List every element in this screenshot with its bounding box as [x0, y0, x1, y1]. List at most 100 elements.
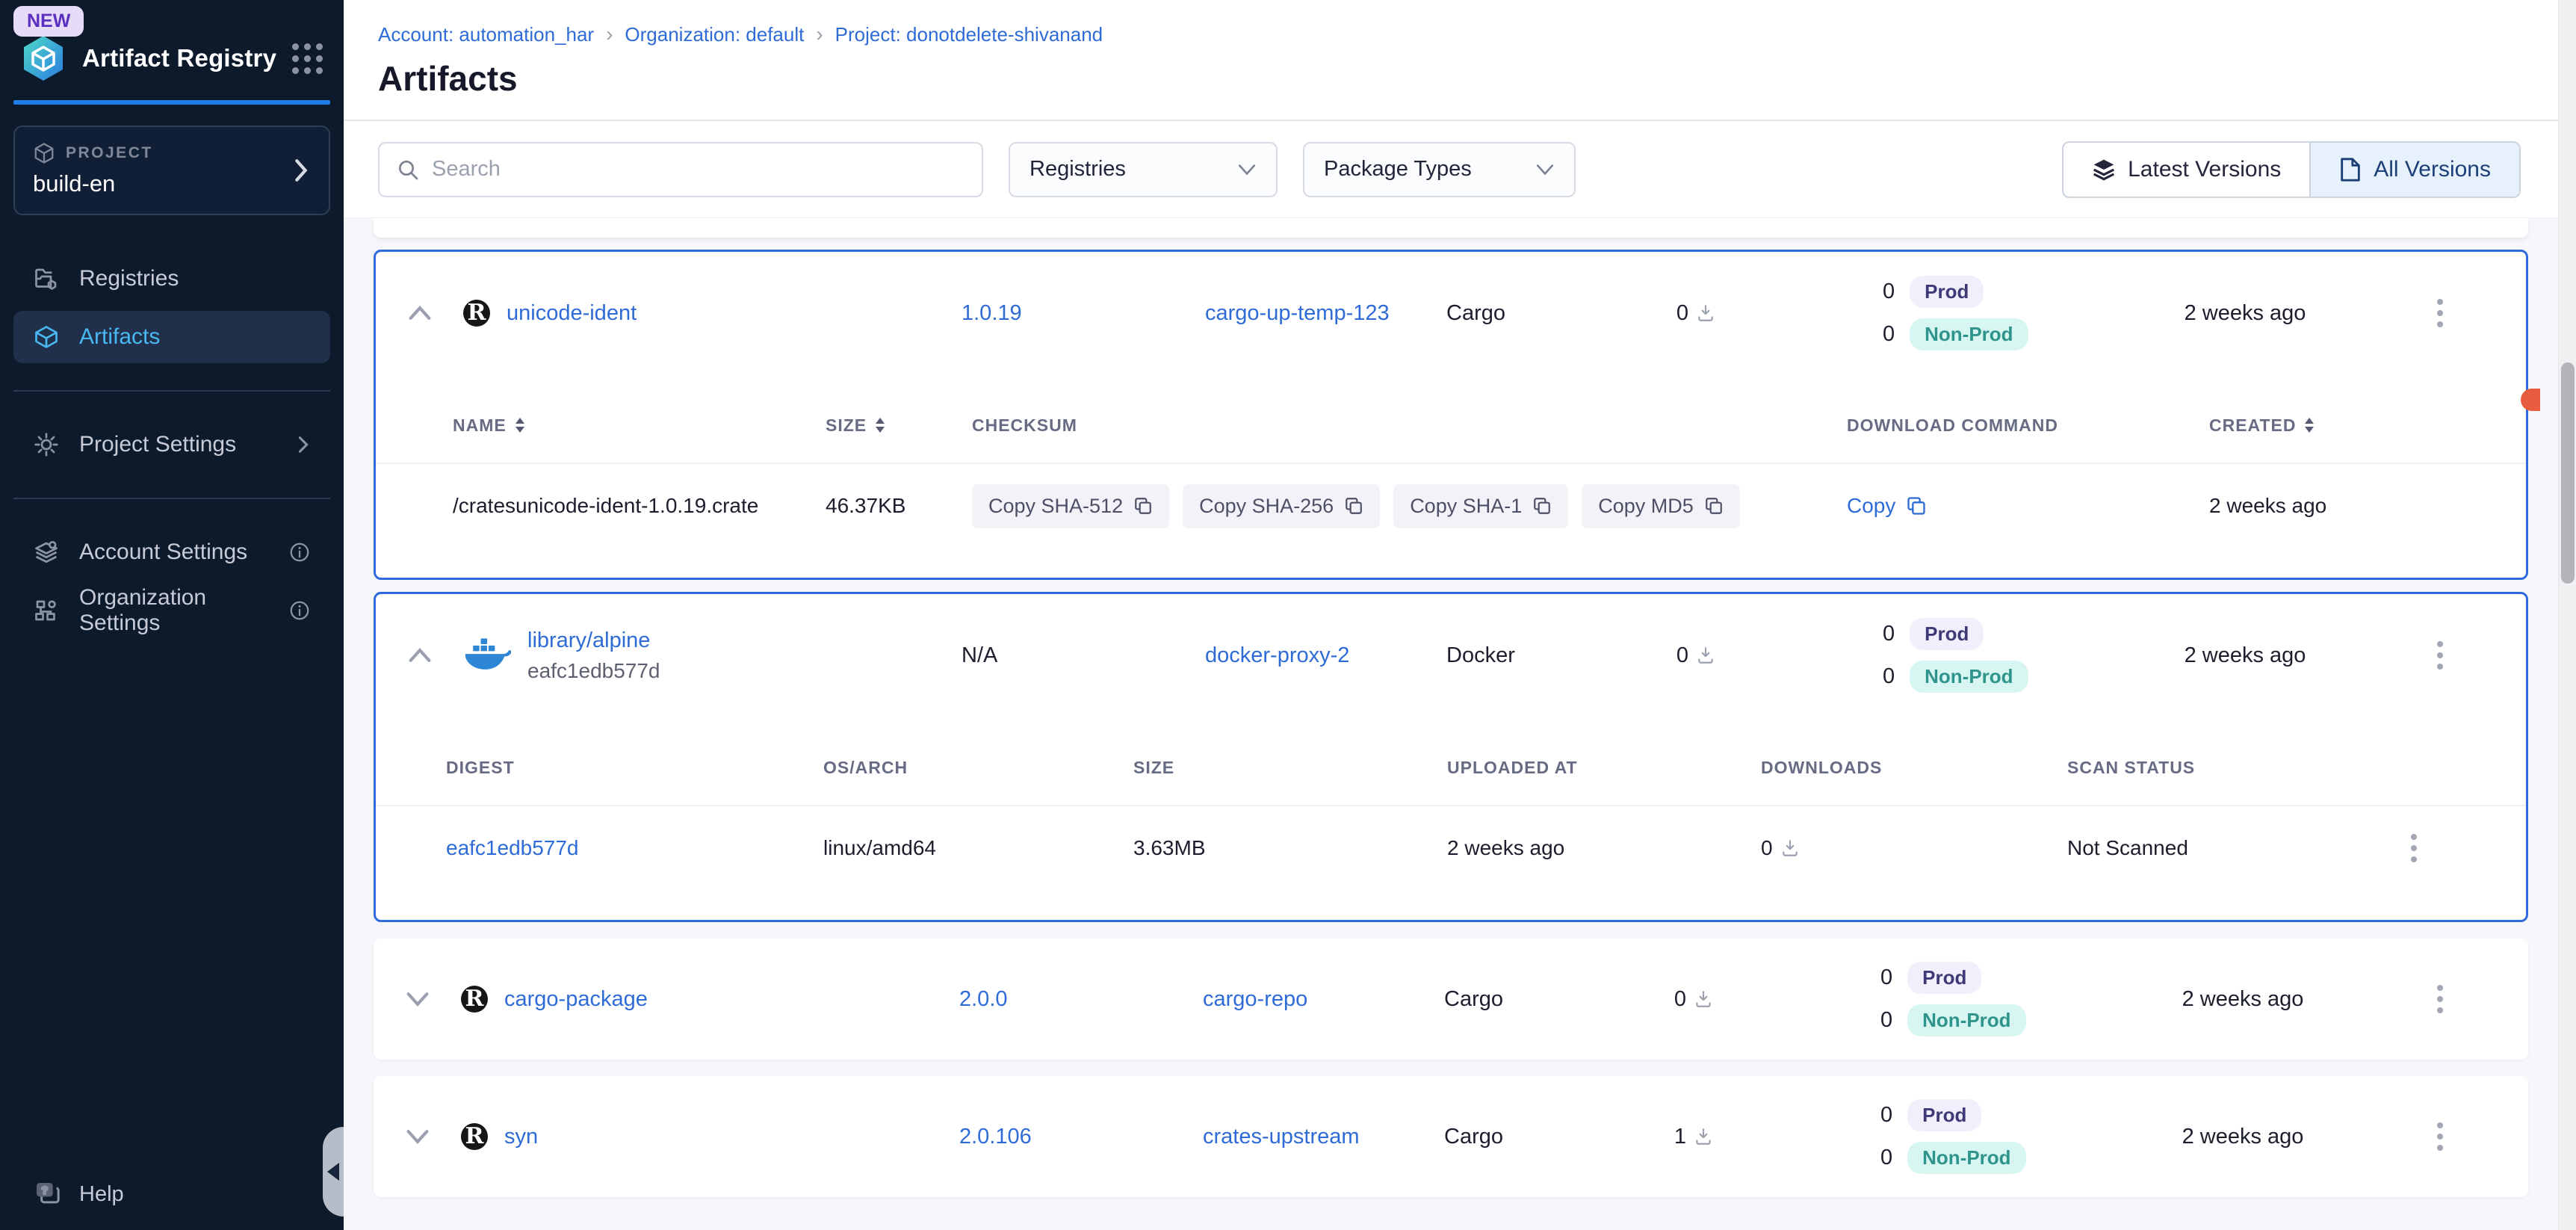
- help-button[interactable]: ? Help: [0, 1179, 344, 1209]
- layers-stack-icon: [2092, 158, 2116, 182]
- column-header-created[interactable]: CREATED: [2209, 415, 2296, 436]
- collapse-row-button[interactable]: [376, 305, 463, 321]
- sidebar-collapse-handle[interactable]: [323, 1127, 344, 1217]
- copy-icon: [1704, 496, 1724, 516]
- copy-icon: [1344, 496, 1363, 516]
- copy-icon: [1532, 496, 1552, 516]
- artifact-row: R unicode-ident 1.0.19 cargo-up-temp-123…: [376, 252, 2526, 374]
- digest-uploaded-at: 2 weeks ago: [1447, 836, 1761, 860]
- expand-row-button[interactable]: [374, 991, 461, 1007]
- prod-badge: Prod: [1907, 962, 1981, 994]
- digest-link[interactable]: eafc1edb577d: [446, 836, 579, 859]
- artifact-type: Docker: [1419, 643, 1584, 668]
- info-circle-icon[interactable]: [288, 599, 311, 622]
- new-badge: NEW: [13, 6, 84, 37]
- artifact-registry-link[interactable]: cargo-repo: [1203, 987, 1307, 1011]
- brand-underline: [13, 100, 330, 105]
- app-grid-icon[interactable]: [292, 43, 323, 74]
- column-header-name[interactable]: NAME: [453, 415, 507, 436]
- prod-count: 0: [1883, 622, 1895, 646]
- svg-text:?: ?: [42, 1184, 49, 1196]
- layers-gear-icon: [33, 539, 60, 566]
- search-box: [378, 142, 983, 197]
- artifact-registry-link[interactable]: cargo-up-temp-123: [1205, 301, 1390, 325]
- info-circle-icon[interactable]: [288, 541, 311, 563]
- download-arrow-icon: [1780, 838, 1800, 858]
- sidebar-item-label: Project Settings: [79, 432, 236, 457]
- chevron-right-icon: [296, 434, 311, 455]
- sort-arrows-icon[interactable]: [874, 416, 886, 434]
- artifact-card-library-alpine: library/alpine eafc1edb577d N/A docker-p…: [374, 592, 2528, 922]
- prod-count: 0: [1880, 965, 1892, 990]
- digest-os-arch: linux/amd64: [823, 836, 1133, 860]
- feedback-tab[interactable]: [2521, 389, 2540, 411]
- deployments-cell: 0 Prod 0 Non-Prod: [1806, 962, 2134, 1036]
- package-types-filter-dropdown[interactable]: Package Types: [1303, 142, 1576, 197]
- sidebar-item-account-settings[interactable]: Account Settings: [13, 526, 330, 578]
- sidebar-item-artifacts[interactable]: Artifacts: [13, 311, 330, 363]
- copy-sha256-button[interactable]: Copy SHA-256: [1183, 484, 1380, 528]
- search-input[interactable]: [432, 157, 965, 182]
- cargo-package-icon: R: [461, 1123, 488, 1150]
- project-selector[interactable]: PROJECT build-en: [13, 126, 330, 215]
- artifact-name-link[interactable]: library/alpine: [527, 628, 660, 653]
- breadcrumb-account-link[interactable]: Account: automation_har: [378, 23, 594, 46]
- package-types-filter-label: Package Types: [1324, 157, 1472, 182]
- nonprod-badge: Non-Prod: [1910, 661, 2028, 693]
- digest-menu-kebab[interactable]: [2403, 826, 2424, 870]
- artifact-registry-link[interactable]: docker-proxy-2: [1205, 643, 1349, 667]
- search-icon: [396, 158, 420, 182]
- sidebar-divider: [13, 390, 330, 392]
- digest-size: 3.63MB: [1133, 836, 1447, 860]
- copy-sha512-button[interactable]: Copy SHA-512: [972, 484, 1169, 528]
- artifact-name-link[interactable]: cargo-package: [504, 987, 648, 1012]
- row-menu-kebab[interactable]: [2430, 1115, 2450, 1158]
- collapse-row-button[interactable]: [376, 647, 463, 664]
- prod-count: 0: [1883, 279, 1895, 304]
- help-chat-icon: ?: [33, 1179, 63, 1209]
- files-table-header: NAME SIZE CHECKSUM DOWNLOAD COMMAND CREA…: [376, 401, 2526, 449]
- prod-badge: Prod: [1907, 1099, 1981, 1131]
- sort-arrows-icon[interactable]: [514, 416, 526, 434]
- download-arrow-icon: [1694, 1127, 1713, 1146]
- updated-date: 2 weeks ago: [2134, 1125, 2351, 1149]
- sort-arrows-icon[interactable]: [2303, 416, 2315, 434]
- artifact-type: Cargo: [1417, 987, 1582, 1012]
- column-header-uploaded-at: UPLOADED AT: [1447, 758, 1578, 778]
- row-menu-kebab[interactable]: [2430, 977, 2450, 1021]
- artifact-version: N/A: [949, 643, 1195, 668]
- org-hierarchy-icon: [33, 597, 60, 624]
- row-menu-kebab[interactable]: [2430, 291, 2450, 335]
- all-versions-label: All Versions: [2374, 157, 2491, 182]
- prod-count: 0: [1880, 1103, 1892, 1128]
- breadcrumb: Account: automation_har › Organization: …: [378, 22, 2558, 46]
- artifact-version-link[interactable]: 2.0.0: [959, 987, 1008, 1011]
- digests-table-header: DIGEST OS/ARCH SIZE UPLOADED AT DOWNLOAD…: [376, 744, 2526, 791]
- artifact-name-link[interactable]: syn: [504, 1125, 538, 1149]
- expand-row-button[interactable]: [374, 1128, 461, 1145]
- download-count: 1: [1674, 1125, 1686, 1149]
- project-name: build-en: [33, 170, 311, 197]
- registries-filter-dropdown[interactable]: Registries: [1009, 142, 1278, 197]
- column-header-size[interactable]: SIZE: [826, 415, 867, 436]
- scrollbar-track[interactable]: [2558, 0, 2576, 1230]
- all-versions-tab[interactable]: All Versions: [2309, 143, 2519, 197]
- artifact-version-link[interactable]: 1.0.19: [962, 301, 1022, 325]
- sidebar-item-label: Organization Settings: [79, 585, 269, 636]
- copy-md5-button[interactable]: Copy MD5: [1582, 484, 1740, 528]
- sidebar-item-organization-settings[interactable]: Organization Settings: [13, 584, 330, 637]
- artifact-name-link[interactable]: unicode-ident: [507, 301, 637, 326]
- artifact-version-link[interactable]: 2.0.106: [959, 1125, 1032, 1149]
- download-arrow-icon: [1696, 646, 1715, 665]
- brand-title: Artifact Registry: [82, 44, 276, 72]
- scrollbar-thumb[interactable]: [2561, 362, 2575, 584]
- sidebar-item-registries[interactable]: Registries: [13, 253, 330, 305]
- artifact-registry-link[interactable]: crates-upstream: [1203, 1125, 1360, 1149]
- latest-versions-tab[interactable]: Latest Versions: [2063, 143, 2309, 197]
- copy-download-command-button[interactable]: Copy: [1847, 494, 1927, 518]
- copy-sha1-button[interactable]: Copy SHA-1: [1393, 484, 1568, 528]
- breadcrumb-project-link[interactable]: Project: donotdelete-shivanand: [835, 23, 1103, 46]
- row-menu-kebab[interactable]: [2430, 634, 2450, 677]
- breadcrumb-organization-link[interactable]: Organization: default: [625, 23, 804, 46]
- sidebar-item-project-settings[interactable]: Project Settings: [13, 418, 330, 471]
